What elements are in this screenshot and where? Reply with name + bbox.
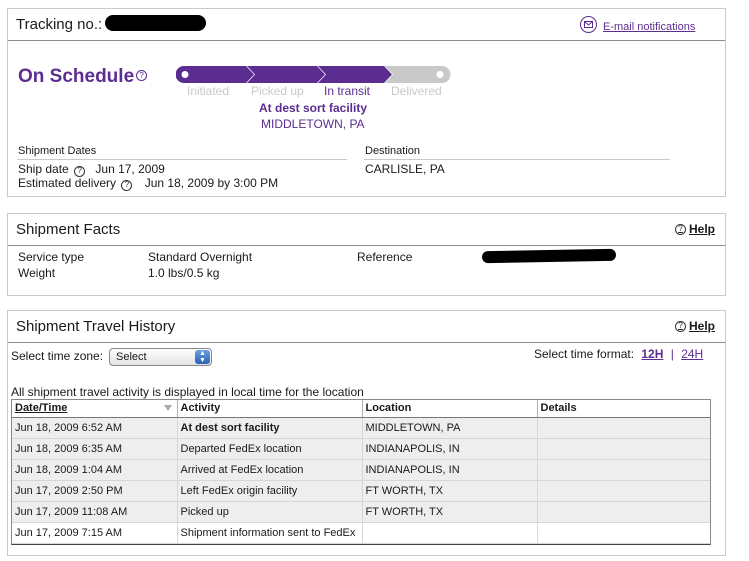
row-datetime: Jun 17, 2009 2:50 PM: [12, 480, 178, 502]
stage-initiated: Initiated: [187, 84, 230, 98]
tracking-number-label: Tracking no.:: [16, 16, 103, 33]
progress-track: [176, 66, 451, 83]
column-header-datetime[interactable]: Date/Time: [12, 400, 178, 418]
row-location: FT WORTH, TX: [362, 501, 538, 523]
ship-date-value: Jun 17, 2009: [95, 162, 165, 176]
row-location: [362, 522, 538, 544]
row-location: FT WORTH, TX: [362, 480, 538, 502]
row-activity: At dest sort facility: [177, 417, 363, 439]
status-heading: On Schedule?: [18, 66, 148, 88]
row-datetime: Jun 18, 2009 6:52 AM: [12, 417, 178, 439]
table-row: Jun 18, 2009 6:52 AM At dest sort facili…: [12, 417, 710, 439]
row-details: [537, 522, 710, 544]
shipment-facts-header: Shipment Facts ? Help: [8, 214, 725, 246]
shipment-facts-help-label: Help: [688, 222, 715, 236]
travel-history-table-wrap: Date/Time Activity Location Details Jun …: [11, 399, 711, 545]
row-details: [537, 417, 710, 439]
row-datetime: Jun 17, 2009 7:15 AM: [12, 522, 178, 544]
local-time-note: All shipment travel activity is displaye…: [11, 385, 364, 399]
status-text: On Schedule: [18, 66, 135, 87]
destination-title: Destination: [365, 145, 421, 157]
status-help-icon[interactable]: ?: [136, 70, 148, 82]
row-location: MIDDLETOWN, PA: [362, 417, 538, 439]
tracking-header: Tracking no.: E-mail notifications: [8, 9, 725, 41]
progress-end-dot: [436, 71, 444, 78]
reference-redacted: [481, 248, 617, 264]
table-row: Jun 17, 2009 7:15 AM Shipment informatio…: [12, 522, 710, 544]
stage-picked-up: Picked up: [251, 84, 304, 98]
estimated-delivery-label: Estimated delivery: [18, 176, 117, 190]
row-activity: Departed FedEx location: [177, 438, 363, 460]
service-type-label: Service type: [18, 250, 85, 264]
help-icon: ?: [674, 320, 686, 332]
column-header-datetime-label: Date/Time: [15, 402, 68, 415]
weight-value: 1.0 lbs/0.5 kg: [148, 266, 220, 280]
help-icon: ?: [674, 223, 686, 235]
column-header-details: Details: [537, 400, 710, 418]
row-details: [537, 459, 710, 481]
estimated-delivery-help-icon[interactable]: ?: [121, 179, 133, 191]
table-row: Jun 18, 2009 1:04 AM Arrived at FedEx lo…: [12, 459, 710, 481]
stage-in-transit: In transit: [324, 84, 371, 98]
row-activity: Arrived at FedEx location: [177, 459, 363, 481]
row-activity: Picked up: [177, 501, 363, 523]
envelope-icon: [580, 15, 597, 33]
time-format-group: Select time format: 12H | 24H: [534, 347, 703, 361]
service-type-value: Standard Overnight: [148, 250, 253, 264]
time-format-separator: |: [670, 347, 674, 361]
ship-date-label: Ship date: [18, 162, 69, 176]
tracking-number-redacted: [105, 15, 206, 31]
time-zone-selected-value: Select: [116, 351, 147, 363]
email-notifications-label: E-mail notifications: [603, 21, 696, 33]
travel-history-help-label: Help: [688, 319, 715, 333]
progress-segment-in-transit: [318, 66, 392, 83]
current-location: MIDDLETOWN, PA: [261, 117, 365, 131]
row-datetime: Jun 18, 2009 6:35 AM: [12, 438, 178, 460]
progress-start-dot: [181, 71, 189, 78]
column-header-activity: Activity: [177, 400, 363, 418]
row-datetime: Jun 18, 2009 1:04 AM: [12, 459, 178, 481]
table-row: Jun 17, 2009 2:50 PM Left FedEx origin f…: [12, 480, 710, 502]
destination-divider: [364, 159, 670, 160]
weight-label: Weight: [18, 266, 56, 280]
destination-value: CARLISLE, PA: [365, 162, 445, 176]
ship-date-help-icon[interactable]: ?: [74, 165, 86, 177]
email-notifications-link[interactable]: E-mail notifications: [580, 15, 695, 33]
row-location: INDIANAPOLIS, IN: [362, 438, 538, 460]
estimated-delivery-row: Estimated delivery ? Jun 18, 2009 by 3:0…: [18, 176, 278, 191]
progress-bar-graphic: [176, 66, 451, 83]
shipment-dates-title: Shipment Dates: [18, 145, 97, 157]
time-format-24h-link[interactable]: 24H: [681, 347, 703, 361]
row-activity: Shipment information sent to FedEx: [177, 522, 363, 544]
row-details: [537, 480, 710, 502]
row-details: [537, 438, 710, 460]
table-header-row: Date/Time Activity Location Details: [12, 400, 710, 418]
progress-segment-picked-up: [247, 66, 325, 83]
travel-history-table: Date/Time Activity Location Details Jun …: [12, 400, 710, 544]
row-datetime: Jun 17, 2009 11:08 AM: [12, 501, 178, 523]
row-activity: Left FedEx origin facility: [177, 480, 363, 502]
travel-history-header: Shipment Travel History ? Help: [8, 311, 725, 343]
table-row: Jun 17, 2009 11:08 AM Picked up FT WORTH…: [12, 501, 710, 523]
time-zone-select[interactable]: Select ▲ ▼: [109, 348, 212, 366]
time-zone-label: Select time zone:: [11, 349, 104, 363]
column-header-location: Location: [362, 400, 538, 418]
reference-label: Reference: [357, 250, 413, 264]
current-status: At dest sort facility: [259, 101, 368, 115]
stage-delivered: Delivered: [391, 84, 442, 98]
travel-history-title: Shipment Travel History: [16, 318, 176, 335]
row-details: [537, 501, 710, 523]
table-row: Jun 18, 2009 6:35 AM Departed FedEx loca…: [12, 438, 710, 460]
shipment-dates-divider: [17, 159, 347, 160]
estimated-delivery-value: Jun 18, 2009 by 3:00 PM: [144, 176, 279, 190]
select-arrows-icon: ▲ ▼: [195, 350, 210, 364]
travel-history-help-link[interactable]: ? Help: [674, 319, 715, 333]
sort-descending-icon: [163, 405, 172, 411]
ship-date-row: Ship date ? Jun 17, 2009: [18, 162, 165, 177]
shipment-facts-title: Shipment Facts: [16, 221, 121, 238]
row-location: INDIANAPOLIS, IN: [362, 459, 538, 481]
time-format-12h-link[interactable]: 12H: [641, 347, 663, 361]
time-format-label: Select time format:: [534, 347, 635, 361]
shipment-facts-help-link[interactable]: ? Help: [674, 222, 715, 236]
